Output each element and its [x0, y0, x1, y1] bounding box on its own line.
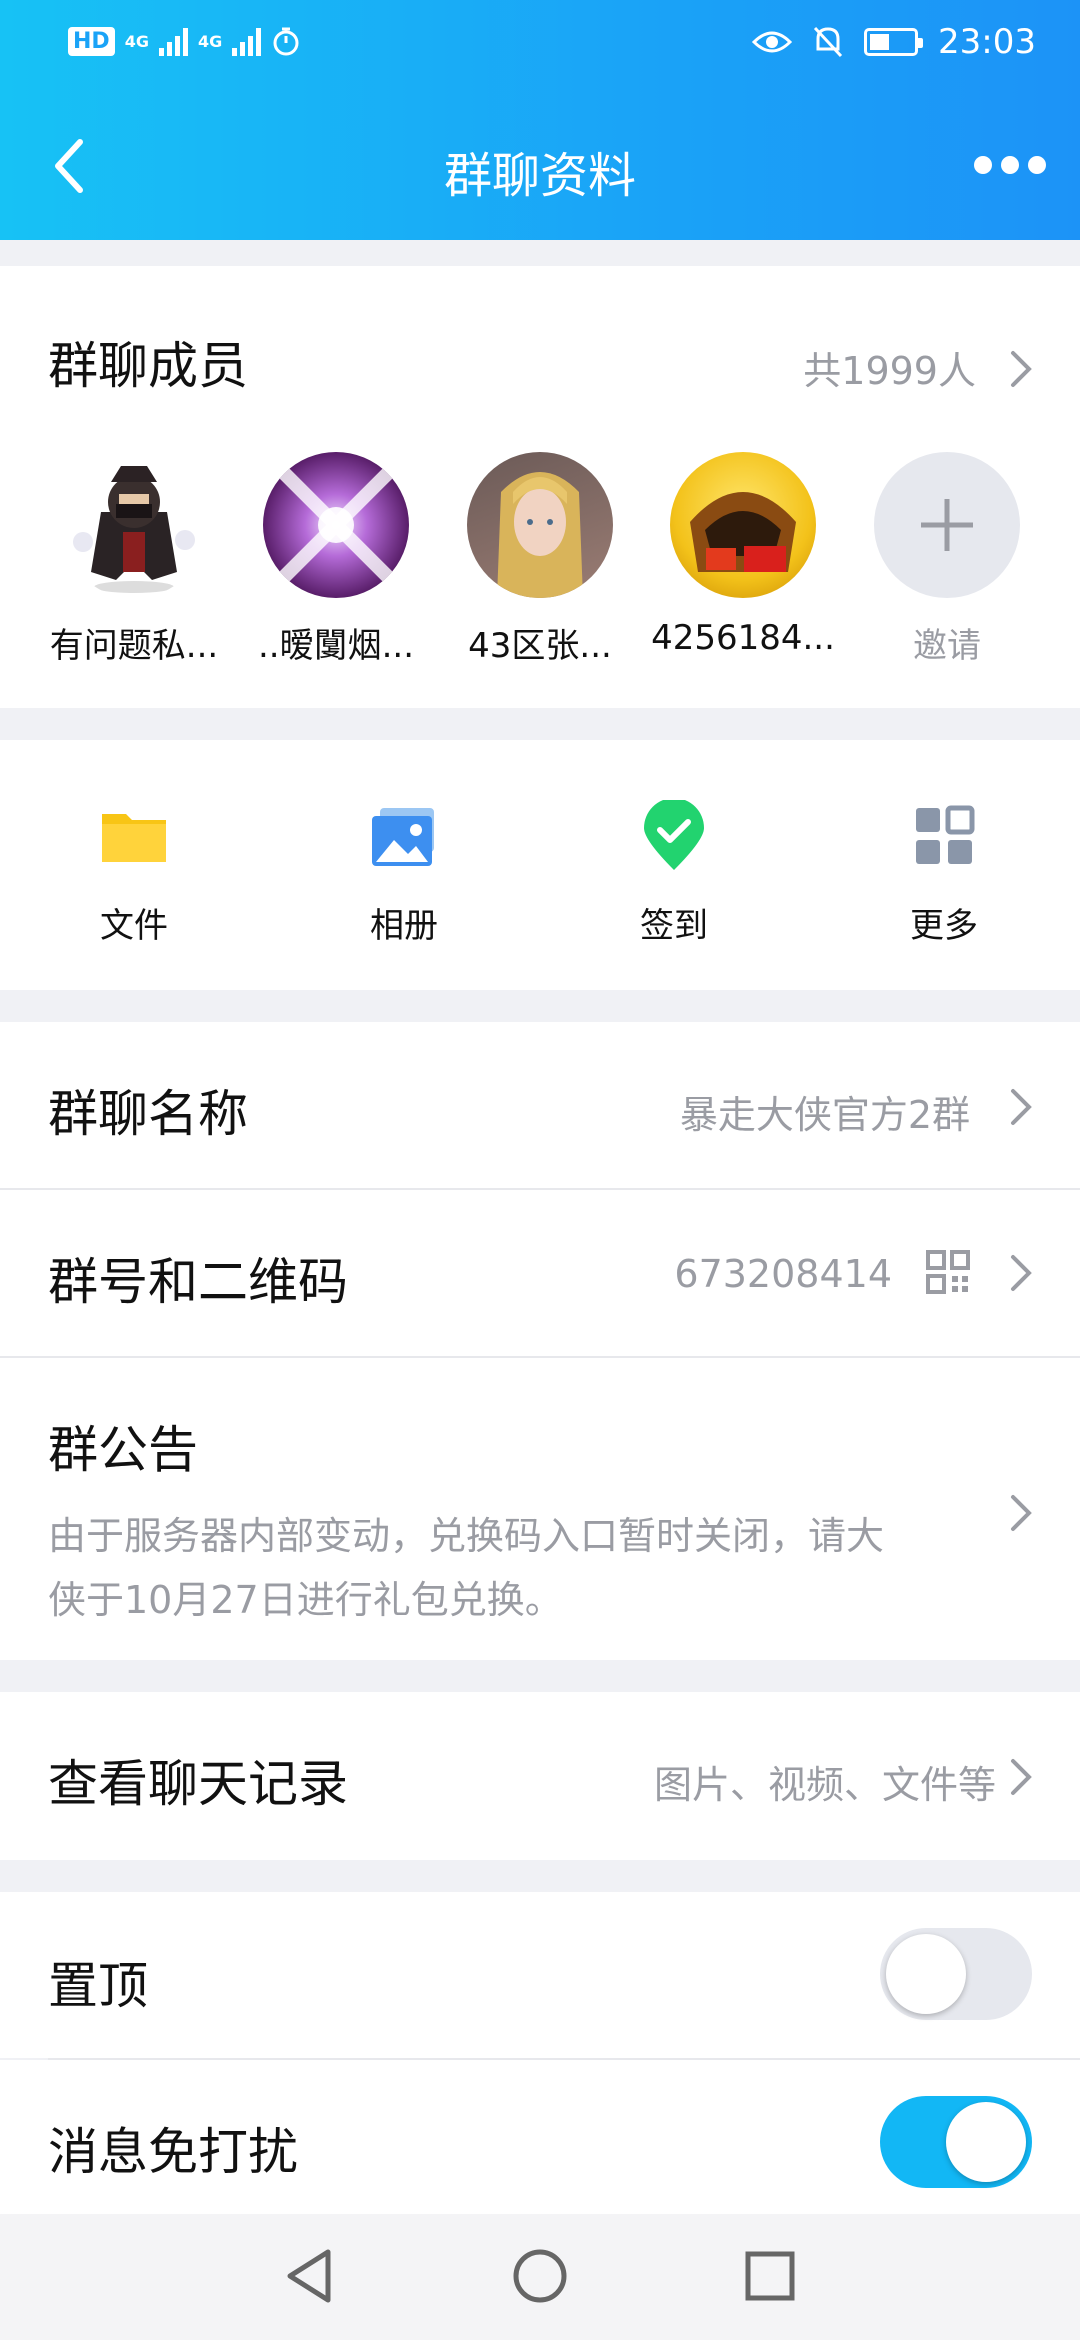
- quick-action-label: 相册: [370, 906, 438, 946]
- checkin-icon: [644, 798, 704, 870]
- group-name-row[interactable]: 群聊名称 暴走大侠官方2群: [0, 1022, 1080, 1190]
- system-nav-bar: [0, 2214, 1080, 2340]
- chevron-right-icon: [1011, 1255, 1032, 1291]
- chat-history-label: 查看聊天记录: [48, 1755, 348, 1813]
- chevron-right-icon[interactable]: [1010, 350, 1032, 388]
- avatar: [670, 452, 816, 598]
- quick-action-more[interactable]: 更多: [844, 800, 1044, 947]
- member-name: 43区张...: [468, 626, 612, 666]
- members-section: 群聊成员 共1999人 有问题私... ..暧闅烟... 43区张... 425…: [0, 266, 1080, 708]
- signal-icon: [158, 26, 188, 56]
- announcement-label: 群公告: [48, 1421, 198, 1479]
- members-title: 群聊成员: [48, 337, 248, 395]
- member-name: 4256184...: [651, 618, 835, 658]
- quick-action-files[interactable]: 文件: [34, 800, 234, 947]
- page-title: 群聊资料: [443, 148, 636, 204]
- avatar: [467, 452, 613, 598]
- pin-top-row: 置顶: [0, 1892, 1080, 2058]
- toggle-knob: [886, 1934, 966, 2014]
- chat-history-value: 图片、视频、文件等: [653, 1763, 996, 1807]
- quick-actions: 文件 相册 签到 更多: [0, 740, 1080, 990]
- folder-icon: [102, 814, 166, 862]
- members-count[interactable]: 共1999人: [803, 340, 976, 395]
- dot-icon: [1001, 156, 1019, 174]
- do-not-disturb-label: 消息免打扰: [48, 2123, 298, 2181]
- eye-comfort-icon: [752, 31, 793, 53]
- group-name-value: 暴走大侠官方2群: [679, 1093, 970, 1137]
- more-options-button[interactable]: [970, 145, 1050, 185]
- album-icon: [372, 808, 434, 866]
- battery-icon: [864, 28, 924, 56]
- dot-icon: [1028, 156, 1046, 174]
- sim1-network-label: 4G: [124, 31, 149, 51]
- announcement-text: 由于服务器内部变动，兑换码入口暂时关闭，请大 侠于10月27日进行礼包兑换。: [48, 1504, 884, 1632]
- member-avatar[interactable]: 4256184...: [643, 452, 843, 658]
- nav-back-icon[interactable]: [278, 2244, 342, 2308]
- chevron-right-icon: [1011, 1495, 1032, 1531]
- member-avatar-list: 有问题私... ..暧闅烟... 43区张... 4256184... 邀请: [0, 452, 1080, 682]
- group-name-label: 群聊名称: [48, 1085, 248, 1143]
- do-not-disturb-toggle[interactable]: [880, 2096, 1032, 2188]
- avatar: [263, 452, 409, 598]
- nav-home-icon[interactable]: [508, 2244, 572, 2308]
- member-name: 有问题私...: [49, 626, 219, 666]
- group-number-row[interactable]: 群号和二维码 673208414: [0, 1190, 1080, 1356]
- quick-action-label: 签到: [640, 906, 708, 946]
- pin-top-toggle[interactable]: [880, 1928, 1032, 2020]
- avatar: [61, 452, 207, 598]
- announcement-line: 侠于10月27日进行礼包兑换。: [48, 1578, 563, 1622]
- member-avatar[interactable]: 有问题私...: [34, 452, 234, 667]
- grid-more-icon: [916, 805, 975, 864]
- quick-action-checkin[interactable]: 签到: [574, 798, 774, 947]
- nav-recents-icon[interactable]: [738, 2244, 802, 2308]
- hd-badge: HD: [68, 26, 115, 56]
- sim2-network-label: 4G: [197, 31, 223, 51]
- announcement-line: 由于服务器内部变动，兑换码入口暂时关闭，请大: [48, 1514, 885, 1558]
- status-bar: HD 4G 4G 23:03: [0, 0, 1080, 92]
- invite-button[interactable]: 邀请: [847, 452, 1047, 667]
- pin-top-label: 置顶: [48, 1957, 148, 2015]
- signal-icon: [232, 26, 262, 56]
- group-number-label: 群号和二维码: [48, 1253, 348, 1311]
- chat-history-row[interactable]: 查看聊天记录 图片、视频、文件等: [0, 1692, 1080, 1860]
- invite-circle: [874, 452, 1020, 598]
- member-name: ..暧闅烟...: [257, 626, 415, 666]
- member-avatar[interactable]: 43区张...: [440, 452, 640, 667]
- announcement-row[interactable]: 群公告 由于服务器内部变动，兑换码入口暂时关闭，请大 侠于10月27日进行礼包兑…: [0, 1358, 1080, 1660]
- mute-bell-icon: [813, 26, 843, 58]
- invite-label: 邀请: [913, 626, 981, 666]
- member-avatar[interactable]: ..暧闅烟...: [236, 452, 436, 667]
- timer-icon: [273, 27, 299, 56]
- chevron-right-icon: [1011, 1759, 1032, 1795]
- do-not-disturb-row: 消息免打扰: [0, 2060, 1080, 2214]
- dot-icon: [974, 156, 992, 174]
- toggle-knob: [946, 2102, 1026, 2182]
- quick-action-label: 更多: [910, 906, 978, 946]
- quick-action-album[interactable]: 相册: [304, 800, 504, 947]
- qr-code-icon: [926, 1250, 970, 1294]
- nav-bar: 群聊资料: [0, 100, 1080, 230]
- quick-action-label: 文件: [100, 906, 168, 946]
- plus-icon: [921, 499, 973, 551]
- chevron-right-icon: [1011, 1089, 1032, 1125]
- clock: 23:03: [938, 22, 1036, 62]
- group-number-value: 673208414: [674, 1252, 892, 1296]
